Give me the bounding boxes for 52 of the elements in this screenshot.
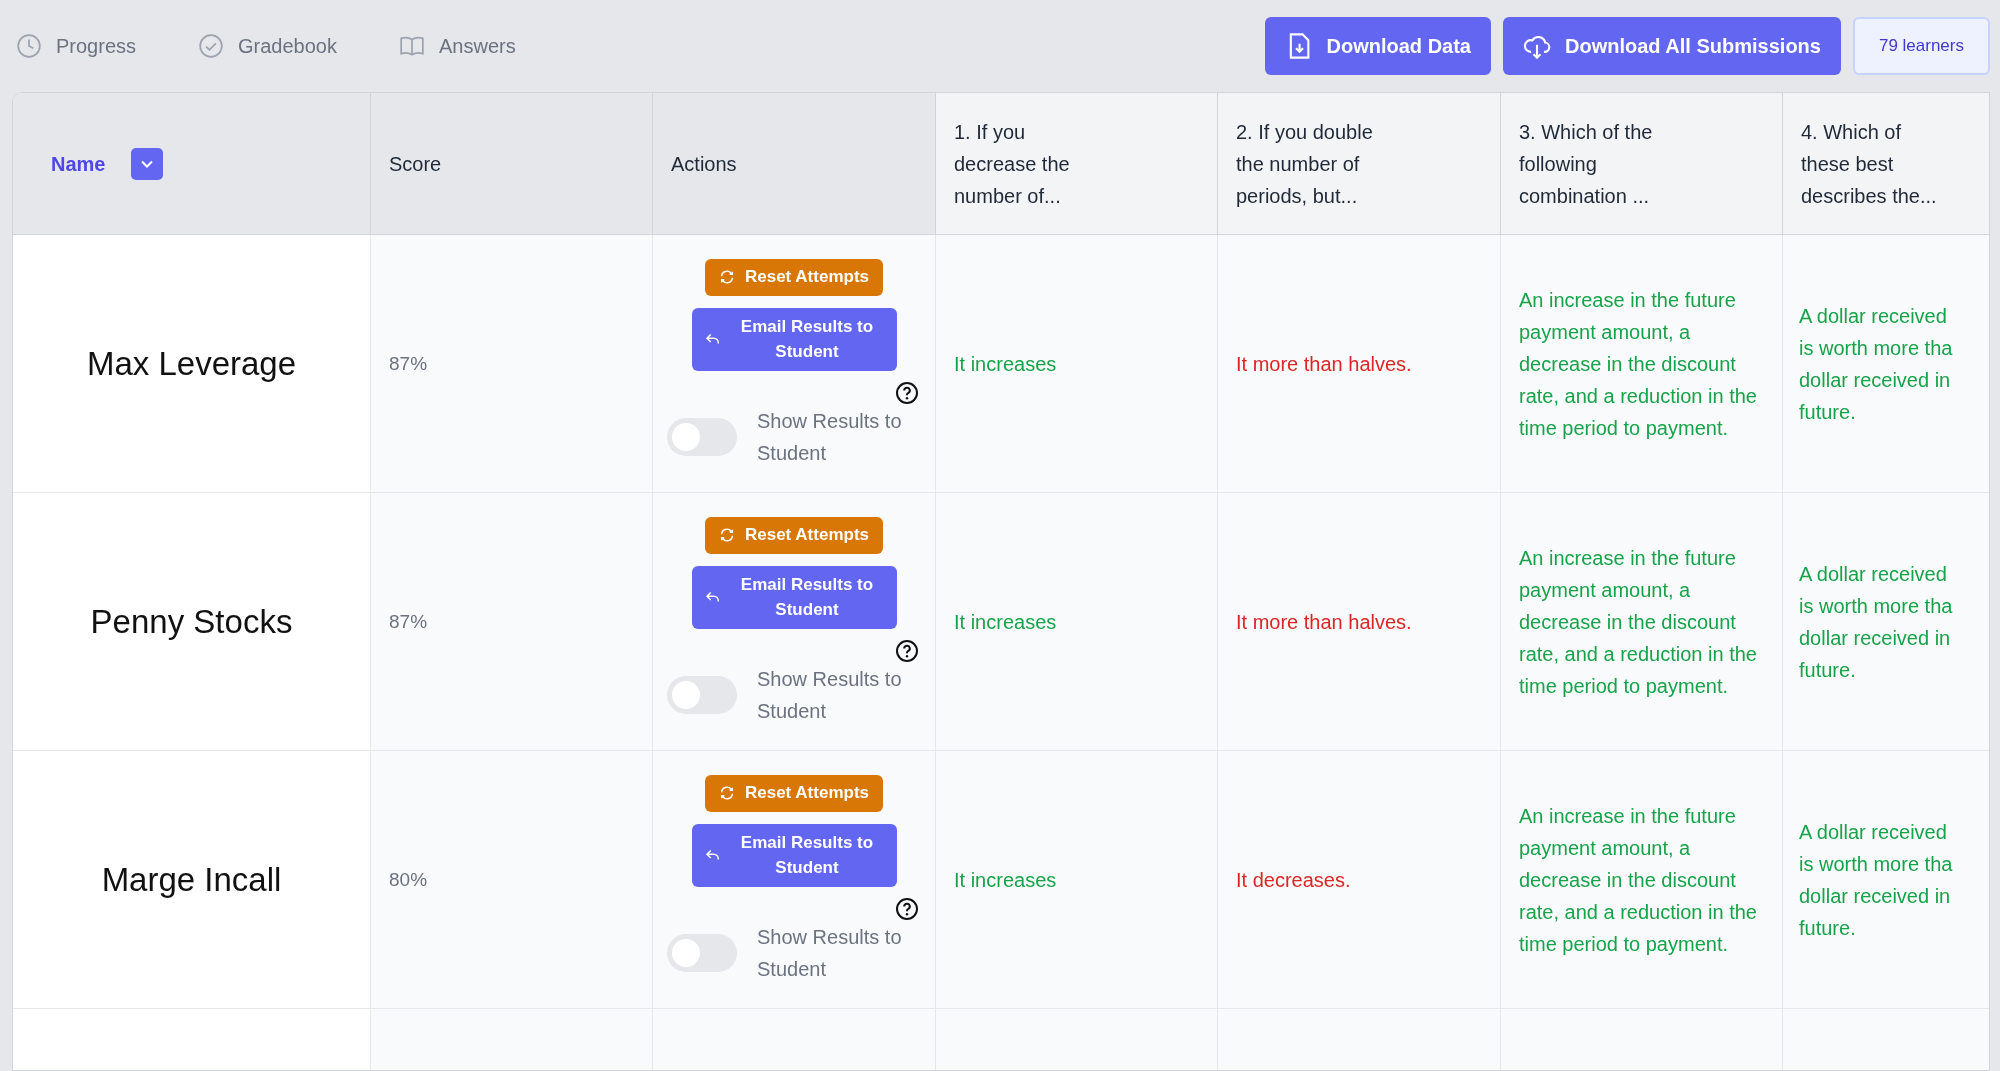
download-button[interactable]: Download Data: [1264, 17, 1491, 75]
column-header: 3. Which of the following combination ...: [1519, 119, 1654, 209]
column-header: 1. If you decrease the number of...: [954, 119, 1071, 209]
email-results-button[interactable]: Email Results to Student: [691, 565, 897, 629]
student-name: Marge Incall: [101, 863, 282, 896]
toggle-switch[interactable]: [667, 933, 737, 972]
toggle-label: Show Results to Student: [757, 924, 903, 982]
student-name: Penny Stocks: [90, 605, 293, 638]
column-header: 4. Which of these best describes the...: [1801, 119, 1938, 209]
nav-tab[interactable]: Progress: [16, 31, 137, 61]
column-header: 2. If you double the number of periods, but...: [1236, 119, 1374, 209]
refresh-icon: [718, 527, 735, 543]
answer-text: It increases: [954, 867, 1057, 893]
answer-text: It increases: [954, 351, 1057, 377]
check-circle-icon: [198, 33, 225, 59]
answer-text: It increases: [954, 609, 1057, 635]
reset-attempts-button[interactable]: Reset Attempts: [704, 258, 884, 296]
toggle-switch[interactable]: [667, 675, 737, 714]
download-button[interactable]: Download All Submissions: [1503, 17, 1841, 75]
email-results-button[interactable]: Email Results to Student: [691, 307, 897, 371]
help-icon[interactable]: [895, 380, 919, 405]
clock-icon: [16, 33, 42, 59]
answer-text: An increase in the future payment amount, a decrease in the discount rate, and a reduction in the time period to payment.: [1519, 545, 1758, 699]
answer-text: An increase in the future payment amount, a decrease in the discount rate, and a reduction in the time period to payment.: [1519, 803, 1758, 957]
column-header: Actions: [671, 151, 737, 177]
reset-attempts-button[interactable]: Reset Attempts: [704, 774, 884, 812]
score-cell-text: 80%: [389, 867, 428, 892]
help-icon[interactable]: [895, 896, 919, 921]
sort-dropdown-button[interactable]: [131, 147, 164, 180]
answer-text: It more than halves.: [1236, 609, 1412, 635]
learners-button[interactable]: 79 learners: [1852, 17, 1990, 75]
toggle-switch[interactable]: [667, 417, 737, 456]
column-header[interactable]: Name: [51, 148, 106, 179]
nav-tab[interactable]: Gradebook: [198, 31, 337, 61]
answer-text: It more than halves.: [1236, 351, 1412, 377]
toggle-label: Show Results to Student: [757, 666, 903, 724]
refresh-icon: [718, 785, 735, 801]
column-header: Score: [389, 151, 442, 177]
answer-text: A dollar received is worth more tha dollar received in future.: [1799, 303, 1953, 425]
toggle-label: Show Results to Student: [757, 408, 903, 466]
refresh-icon: [718, 269, 735, 285]
help-icon[interactable]: [895, 638, 919, 663]
reset-attempts-button[interactable]: Reset Attempts: [704, 516, 884, 554]
answer-text: An increase in the future payment amount, a decrease in the discount rate, and a reduction in the time period to payment.: [1519, 287, 1758, 441]
score-cell-text: 87%: [389, 609, 428, 634]
email-results-button[interactable]: Email Results to Student: [691, 823, 897, 887]
answer-text: It decreases.: [1236, 867, 1351, 893]
score-cell-text: 87%: [389, 351, 428, 376]
nav-tab[interactable]: Answers: [399, 31, 516, 61]
answer-text: A dollar received is worth more tha dollar received in future.: [1799, 561, 1953, 683]
answer-text: A dollar received is worth more tha dollar received in future.: [1799, 819, 1953, 941]
student-name: Max Leverage: [86, 347, 297, 380]
